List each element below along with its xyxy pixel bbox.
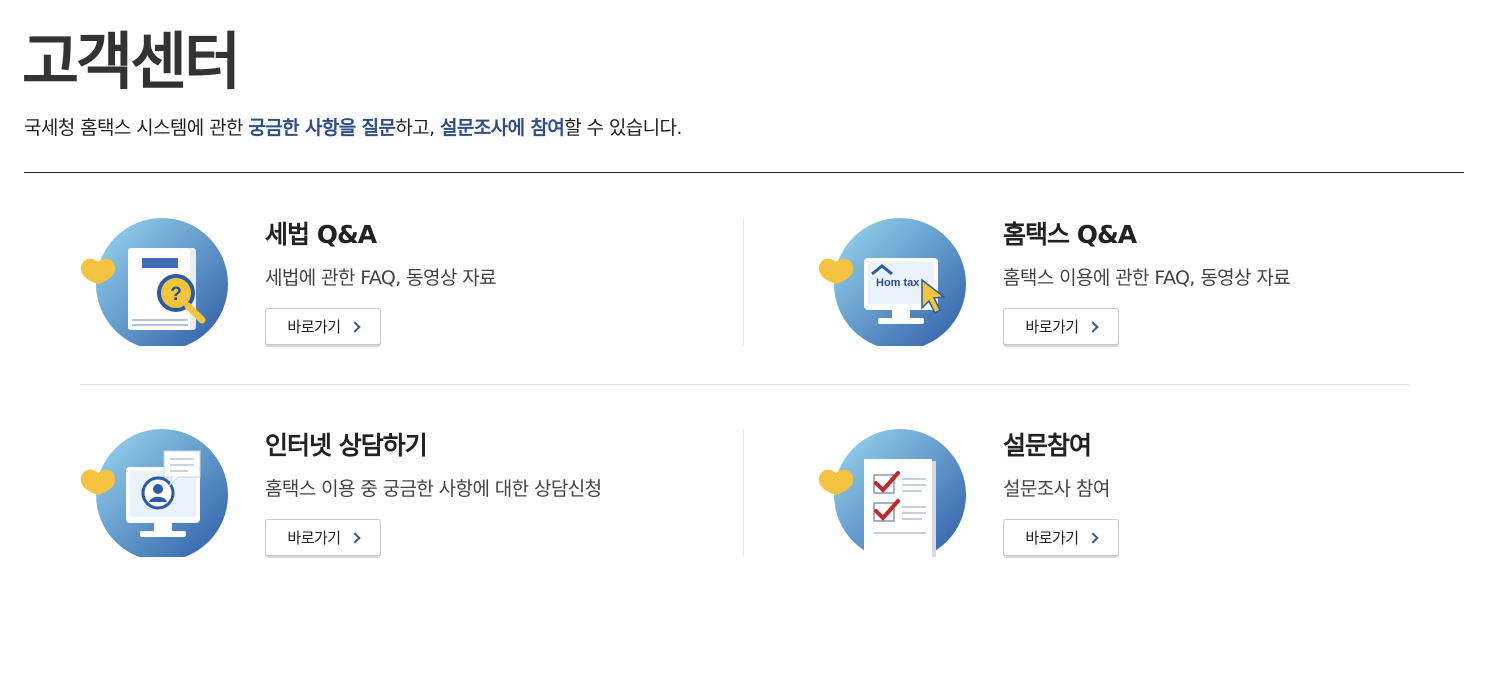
go-button-survey[interactable]: 바로가기 [1003, 519, 1119, 556]
desc-highlight-question: 궁금한 사항을 질문 [248, 117, 396, 139]
tax-law-book-icon: ? [80, 218, 230, 348]
card-title: 홈택스 Q&A [1003, 220, 1137, 249]
header-divider [24, 172, 1464, 173]
page-title: 고객센터 [22, 25, 241, 98]
card-tax-law-qa: ? 세법 Q&A 세법에 관한 FAQ, 동영상 자료 바로가기 [80, 218, 680, 358]
chevron-right-icon [1086, 532, 1099, 544]
card-title: 인터넷 상담하기 [265, 431, 428, 460]
desc-text-3: 할 수 있습니다. [564, 117, 682, 139]
desc-text-1: 국세청 홈택스 시스템에 관한 [24, 117, 249, 139]
go-button-label: 바로가기 [1025, 529, 1079, 547]
card-online-consult: 인터넷 상담하기 홈택스 이용 중 궁금한 사항에 대한 상담신청 바로가기 [80, 429, 680, 569]
chevron-right-icon [1086, 321, 1099, 333]
desc-text-2: 하고, [395, 117, 441, 139]
card-description: 홈택스 이용 중 궁금한 사항에 대한 상담신청 [265, 478, 602, 500]
customer-center-page: 고객센터 국세청 홈택스 시스템에 관한 궁금한 사항을 질문하고, 설문조사에… [0, 0, 1492, 674]
row-divider [80, 384, 1409, 385]
card-title: 세법 Q&A [265, 220, 377, 249]
survey-checklist-icon [818, 429, 968, 559]
go-button-hometax-qa[interactable]: 바로가기 [1003, 308, 1119, 345]
go-button-label: 바로가기 [1025, 318, 1079, 336]
go-button-label: 바로가기 [287, 529, 341, 547]
chevron-right-icon [348, 532, 361, 544]
card-title: 설문참여 [1003, 431, 1092, 460]
hometax-monitor-icon: Hom tax [818, 218, 968, 348]
svg-text:?: ? [170, 284, 182, 305]
desc-highlight-survey: 설문조사에 참여 [440, 117, 565, 139]
card-description: 홈택스 이용에 관한 FAQ, 동영상 자료 [1003, 267, 1291, 289]
go-button-online-consult[interactable]: 바로가기 [265, 519, 381, 556]
page-description: 국세청 홈택스 시스템에 관한 궁금한 사항을 질문하고, 설문조사에 참여할 … [24, 114, 682, 142]
card-survey: 설문참여 설문조사 참여 바로가기 [818, 429, 1418, 569]
column-divider-top [743, 218, 744, 346]
card-description: 설문조사 참여 [1003, 478, 1110, 500]
column-divider-bottom [743, 429, 744, 557]
card-hometax-qa: Hom tax 홈택스 Q&A 홈택스 이용에 관한 FAQ, 동영상 자료 바… [818, 218, 1418, 358]
chevron-right-icon [348, 321, 361, 333]
go-button-tax-law-qa[interactable]: 바로가기 [265, 308, 381, 345]
hometax-logo-text: Hom tax [876, 277, 920, 289]
online-consult-icon [80, 429, 230, 559]
go-button-label: 바로가기 [287, 318, 341, 336]
card-description: 세법에 관한 FAQ, 동영상 자료 [265, 267, 497, 289]
